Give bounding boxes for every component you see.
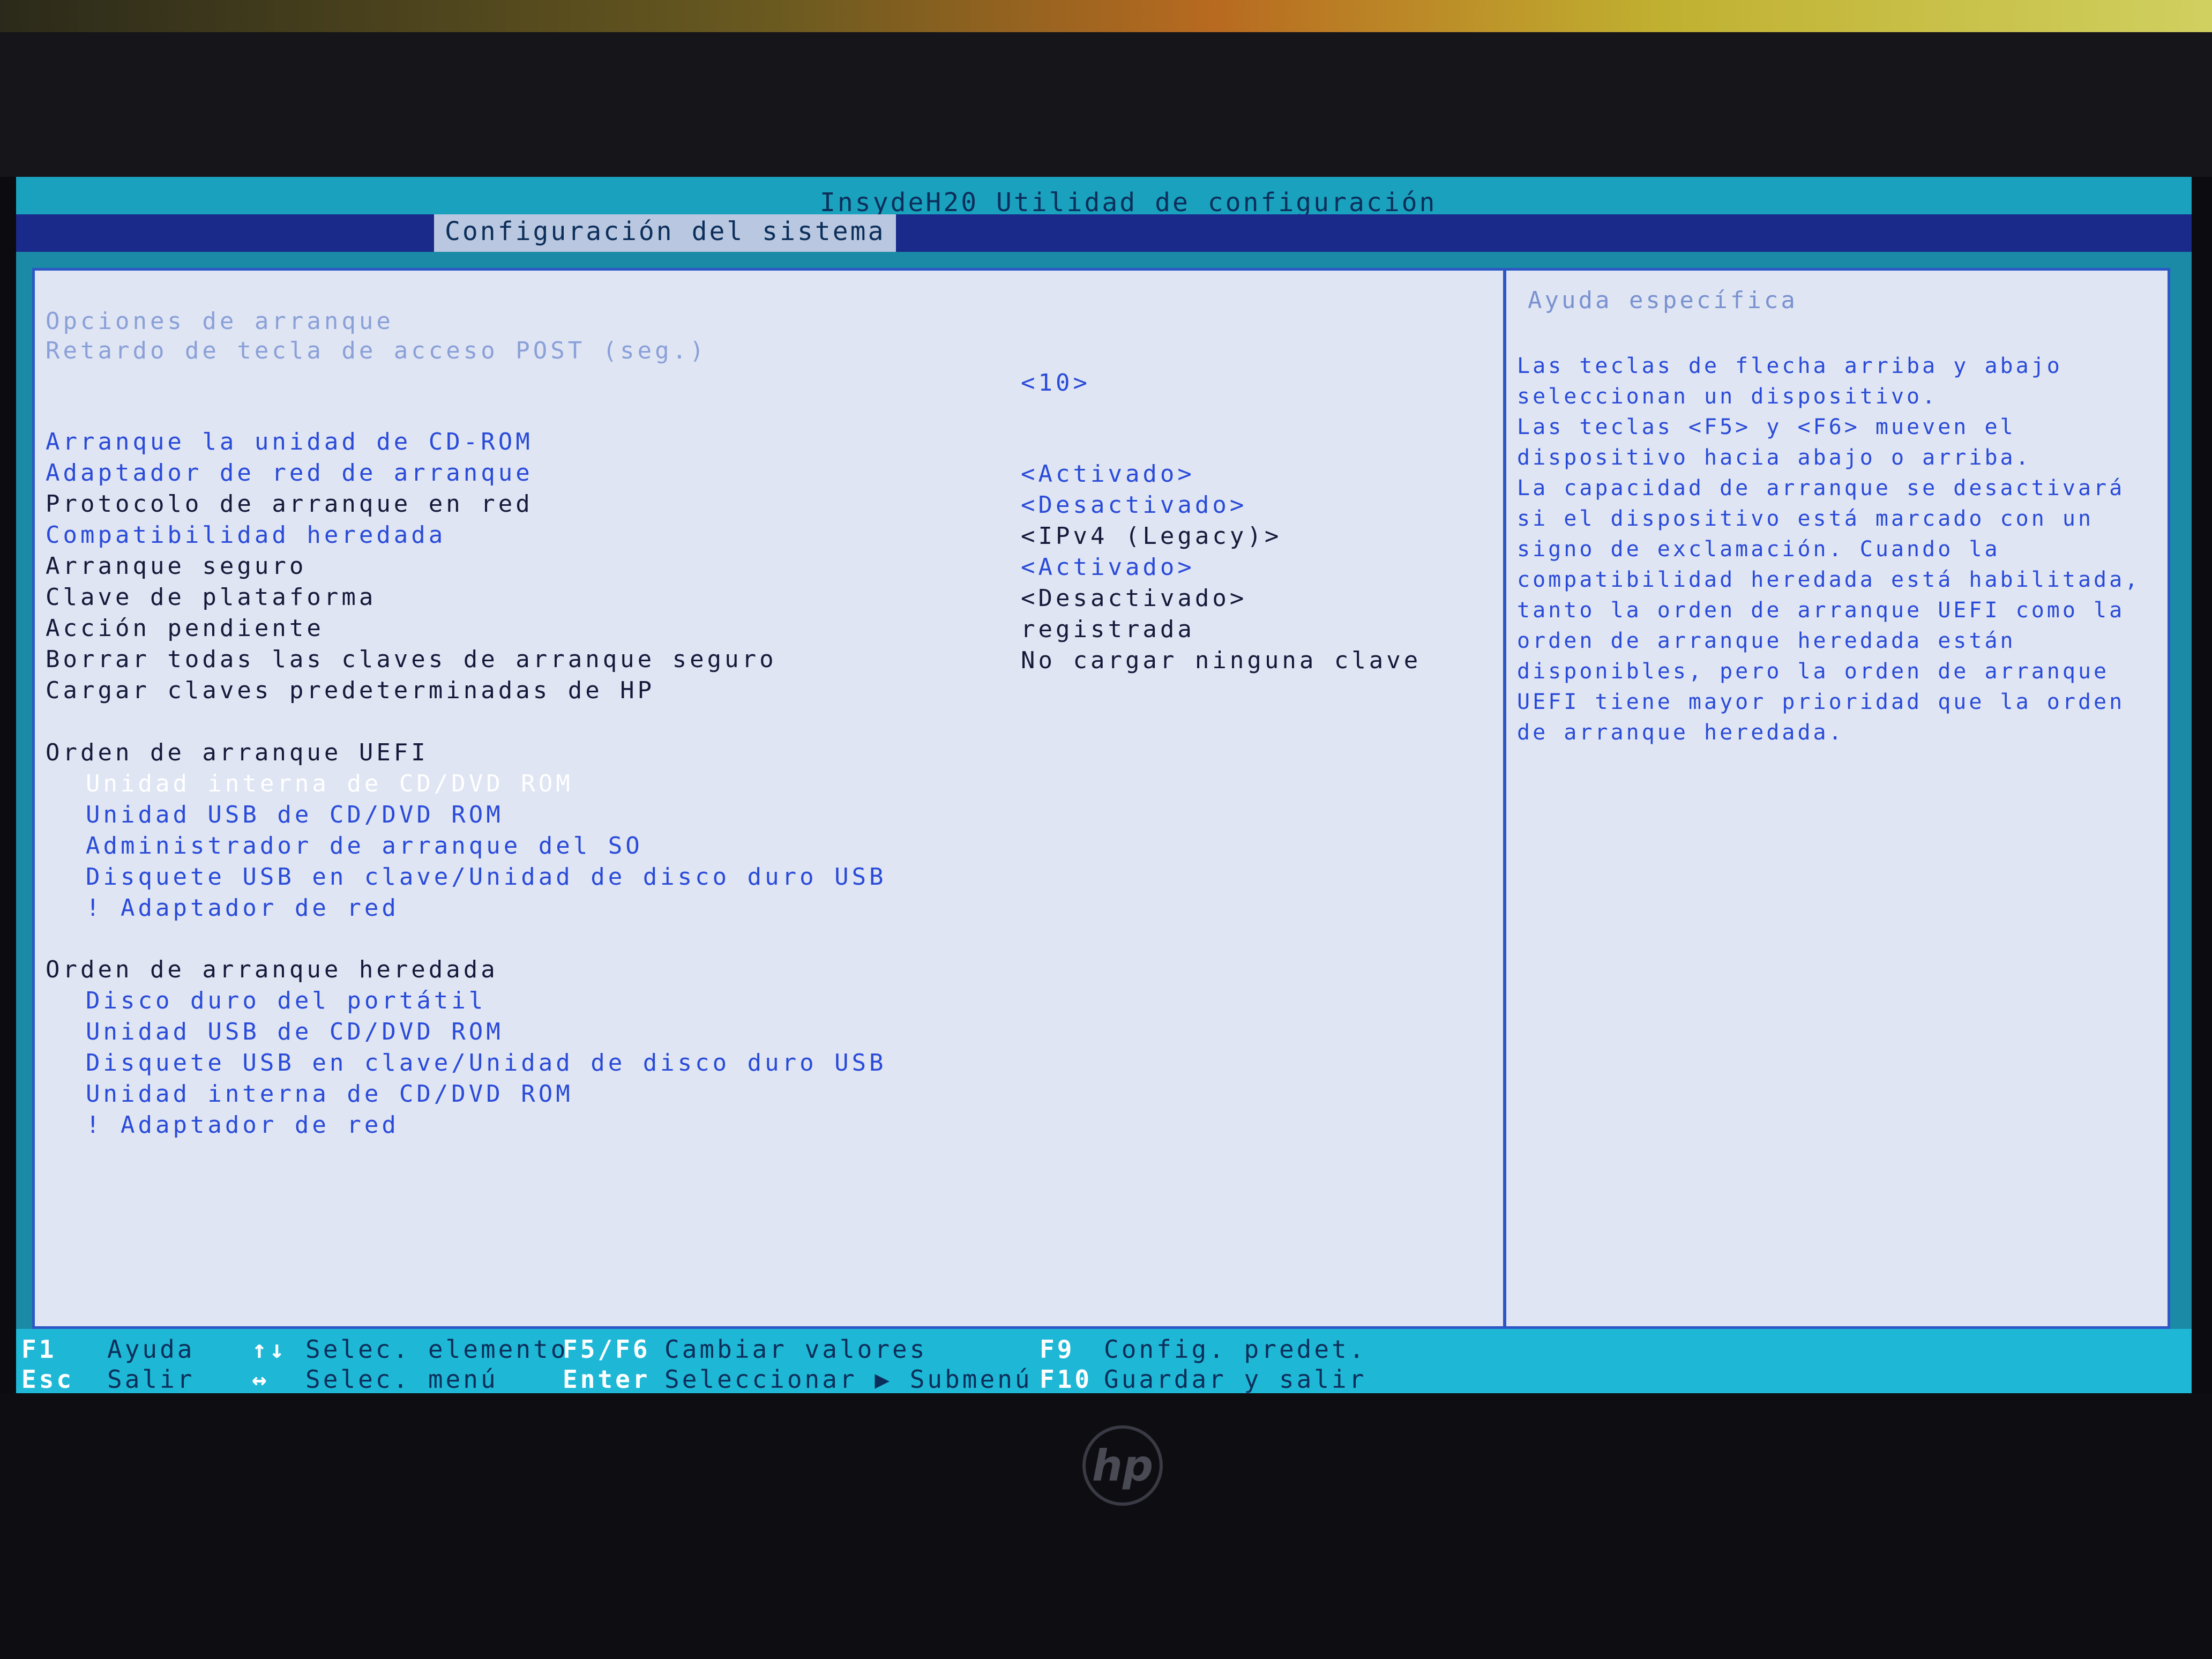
f10-label: Guardar y salir [1104, 1365, 1367, 1394]
legacy-boot-item[interactable]: ! Adaptador de red [86, 1077, 396, 1139]
enter-key: Enter [563, 1365, 651, 1394]
legacy-boot-order-title: Orden de arranque heredada [46, 956, 498, 983]
f10-key: F10 [1040, 1365, 1093, 1394]
legacy-boot-item[interactable]: Unidad interna de CD/DVD ROM [86, 1046, 570, 1108]
key-legend: F1 Ayuda Esc Salir ↑↓ Selec. elemento ↔ … [16, 1329, 2192, 1399]
legacy-boot-item[interactable]: Unidad USB de CD/DVD ROM [86, 984, 500, 1045]
menu-bar: Configuración del sistema [16, 214, 2192, 252]
setting-value[interactable]: <Activado> [1021, 458, 1195, 490]
setting-network-protocol: Protocolo de arranque en red <IPv4 (Lega… [46, 456, 1279, 550]
monitor-bezel-top [0, 32, 2212, 177]
help-title: Ayuda específica [1528, 287, 1798, 314]
setting-value: <Desactivado> [1021, 585, 1247, 612]
legacy-boot-item[interactable]: Disco duro del portátil [86, 953, 483, 1014]
setting-post-delay[interactable]: Retardo de tecla de acceso POST (seg.) <… [46, 303, 1087, 397]
esc-key: Esc [21, 1365, 74, 1394]
leftright-label: Selec. menú [305, 1365, 498, 1394]
settings-panel: Opciones de arranque Retardo de tecla de… [35, 271, 1500, 1326]
setting-value[interactable]: <Desactivado> [1021, 489, 1247, 521]
uefi-boot-item[interactable]: ! Adaptador de red [86, 860, 396, 922]
hp-logo: hp [1082, 1425, 1163, 1506]
help-text: Las teclas de flecha arriba y abajo sele… [1517, 354, 2141, 745]
setting-network-adapter-boot[interactable]: Adaptador de red de arranque <Desactivad… [46, 425, 1244, 519]
uefi-boot-item[interactable]: Unidad interna de CD/DVD ROM [86, 736, 570, 797]
f9-key: F9 [1040, 1335, 1075, 1364]
setting-platform-key: Clave de plataforma registrada [46, 549, 1192, 643]
content-panel: Opciones de arranque Retardo de tecla de… [32, 268, 2170, 1329]
tab-system-configuration[interactable]: Configuración del sistema [434, 214, 896, 252]
enter-label: Seleccionar ▶ Submenú [664, 1365, 1033, 1394]
help-panel: Ayuda específica Las teclas de flecha ar… [1503, 271, 2168, 1326]
setting-value: registrada [1021, 616, 1195, 643]
uefi-boot-item[interactable]: Unidad USB de CD/DVD ROM [86, 767, 500, 828]
setting-load-hp-keys: Cargar claves predeterminadas de HP [46, 677, 655, 704]
uefi-boot-item[interactable]: Administrador de arranque del SO [86, 798, 640, 860]
background-glow [0, 0, 2212, 32]
setting-pending-action: Acción pendiente No cargar ninguna clave [46, 580, 1418, 674]
legacy-boot-item[interactable]: Disquete USB en clave/Unidad de disco du… [86, 1015, 884, 1077]
setting-label: Retardo de tecla de acceso POST (seg.) [46, 337, 707, 364]
updown-label: Selec. elemento [305, 1335, 569, 1364]
setting-value: <IPv4 (Legacy)> [1021, 522, 1282, 550]
uefi-boot-item[interactable]: Disquete USB en clave/Unidad de disco du… [86, 829, 884, 891]
bios-screen: InsydeH20 Utilidad de configuración Conf… [16, 177, 2192, 1399]
app-title: InsydeH20 Utilidad de configuración [820, 188, 1437, 218]
setting-secure-boot: Arranque seguro <Desactivado> [46, 518, 1244, 612]
leftright-arrows-icon: ↔ [252, 1365, 270, 1394]
uefi-boot-order-title: Orden de arranque UEFI [46, 739, 429, 766]
setting-value: No cargar ninguna clave [1021, 647, 1422, 674]
f5f6-key: F5/F6 [563, 1335, 651, 1364]
esc-label: Salir [107, 1365, 195, 1394]
setting-legacy-support[interactable]: Compatibilidad heredada <Activado> [46, 487, 1192, 581]
setting-value[interactable]: <Activado> [1021, 551, 1195, 584]
f1-label: Ayuda [107, 1335, 195, 1364]
setting-value[interactable]: <10> [1021, 367, 1090, 399]
setting-clear-secure-boot-keys: Borrar todas las claves de arranque segu… [46, 646, 777, 673]
updown-arrows-icon: ↑↓ [252, 1335, 287, 1364]
section-title: Opciones de arranque [46, 308, 394, 335]
f1-key: F1 [21, 1335, 57, 1364]
setting-cdrom-boot[interactable]: Arranque la unidad de CD-ROM <Activado> [46, 394, 1192, 488]
f9-label: Config. predet. [1104, 1335, 1367, 1364]
f5f6-label: Cambiar valores [664, 1335, 928, 1364]
